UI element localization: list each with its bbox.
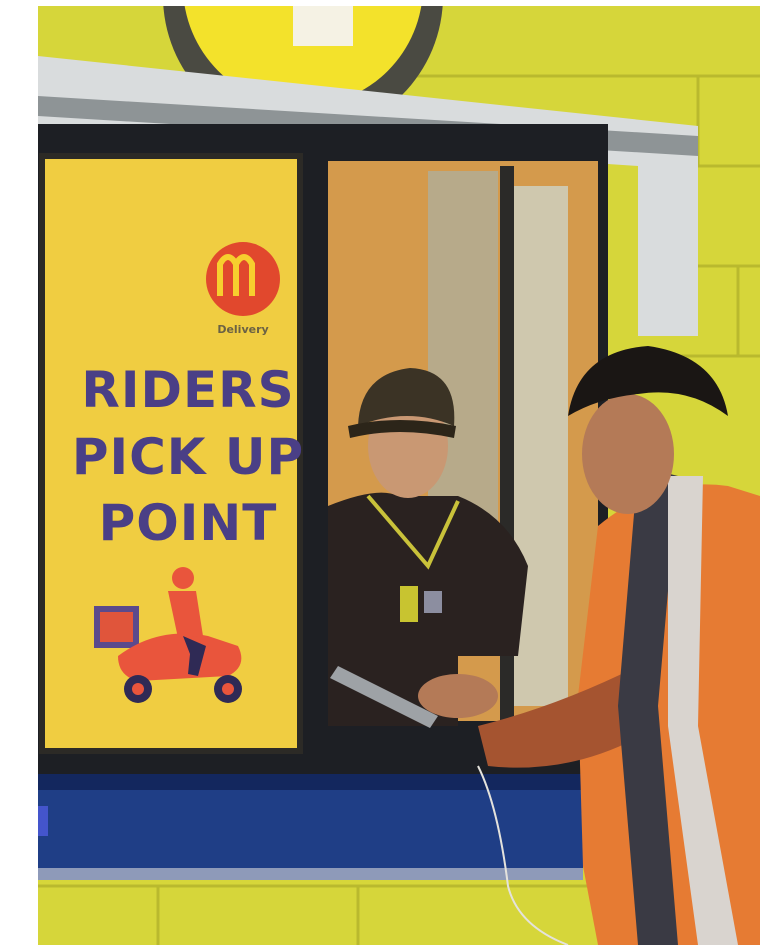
poster-title-line-2: PICK UP [71, 428, 305, 486]
blue-light [38, 806, 48, 836]
round-sign-highlight [293, 6, 353, 46]
poster-title-line-3: POINT [98, 494, 278, 552]
poster-title-line-1: RIDERS [81, 361, 295, 419]
poster-delivery-label: Delivery [217, 323, 269, 336]
counter-trim [38, 868, 583, 880]
counter-edge [38, 774, 583, 790]
photo-scene: RIDERS PICK UP POINT Delivery [38, 6, 760, 945]
